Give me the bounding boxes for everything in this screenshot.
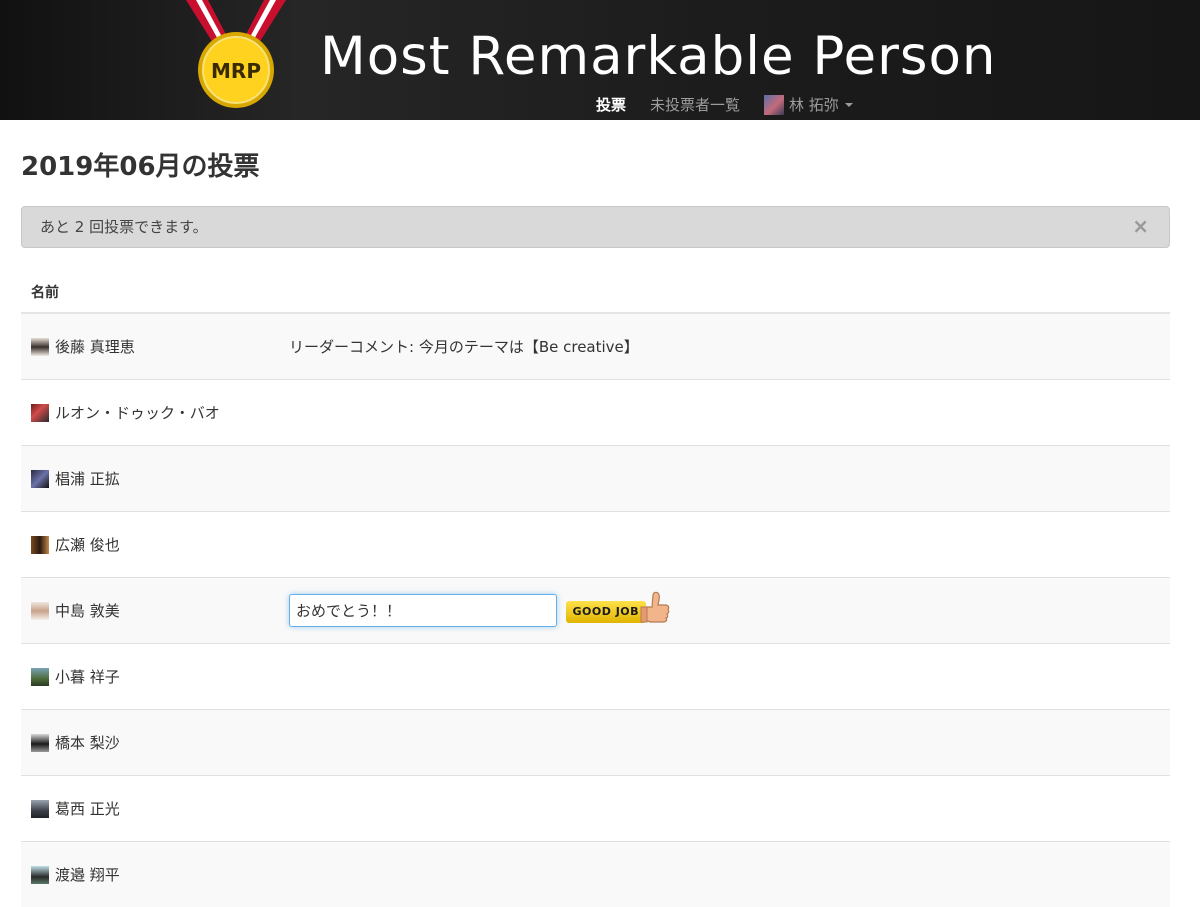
member-name: 渡邉 翔平 bbox=[55, 866, 120, 884]
table-row[interactable]: 小暮 祥子 bbox=[21, 644, 1170, 710]
comment-cell bbox=[279, 380, 1170, 446]
avatar bbox=[31, 800, 49, 818]
table-row[interactable]: 葛西 正光 bbox=[21, 776, 1170, 842]
table-row[interactable]: 渡邉 翔平 bbox=[21, 842, 1170, 907]
comment-cell bbox=[279, 446, 1170, 512]
avatar bbox=[31, 338, 49, 356]
member-name: 葛西 正光 bbox=[55, 800, 120, 818]
avatar bbox=[31, 866, 49, 884]
nav-item-vote[interactable]: 投票 bbox=[596, 94, 626, 115]
ballot-table: 名前 後藤 真理恵 リーダーコメント: 今月のテーマは【Be creative】… bbox=[21, 270, 1170, 907]
main-content: 2019年06月の投票 あと 2 回投票できます。 × 名前 後藤 真理恵 リー… bbox=[0, 120, 1200, 907]
table-row[interactable]: 橋本 梨沙 bbox=[21, 710, 1170, 776]
logo-text: MRP bbox=[211, 59, 261, 83]
avatar bbox=[31, 404, 49, 422]
nav-item-non-voters[interactable]: 未投票者一覧 bbox=[650, 94, 740, 115]
site-header: MRP Most Remarkable Person 投票 未投票者一覧 林 拓… bbox=[0, 0, 1200, 120]
user-avatar bbox=[764, 95, 784, 115]
member-name: 橋本 梨沙 bbox=[55, 734, 120, 752]
site-title: Most Remarkable Person bbox=[320, 26, 997, 87]
column-header-comment bbox=[279, 270, 1170, 313]
member-name: 中島 敦美 bbox=[55, 602, 120, 620]
alert-text: あと 2 回投票できます。 bbox=[40, 218, 208, 236]
avatar bbox=[31, 668, 49, 686]
avatar bbox=[31, 536, 49, 554]
table-row[interactable]: ルオン・ドゥック・バオ bbox=[21, 380, 1170, 446]
main-nav: 投票 未投票者一覧 林 拓弥 bbox=[596, 94, 853, 115]
page-title: 2019年06月の投票 bbox=[21, 120, 1170, 182]
good-job-badge: GOOD JOB bbox=[566, 601, 646, 623]
member-name: ルオン・ドゥック・バオ bbox=[55, 404, 220, 422]
thumbs-up-icon bbox=[640, 591, 670, 629]
comment-cell bbox=[279, 512, 1170, 578]
good-job-button[interactable]: GOOD JOB bbox=[566, 591, 671, 631]
user-name: 林 拓弥 bbox=[789, 94, 839, 115]
member-name: 小暮 祥子 bbox=[55, 668, 120, 686]
table-row[interactable]: 後藤 真理恵 リーダーコメント: 今月のテーマは【Be creative】 bbox=[21, 313, 1170, 380]
avatar bbox=[31, 470, 49, 488]
close-icon[interactable]: × bbox=[1132, 207, 1149, 245]
leader-comment: リーダーコメント: 今月のテーマは【Be creative】 bbox=[279, 313, 1170, 380]
table-row[interactable]: 中島 敦美 GOOD JOB bbox=[21, 578, 1170, 644]
member-name: 後藤 真理恵 bbox=[55, 338, 135, 356]
comment-cell bbox=[279, 776, 1170, 842]
comment-input[interactable] bbox=[289, 594, 557, 627]
mrp-medal-logo[interactable]: MRP bbox=[186, 0, 286, 112]
member-name: 椙浦 正拡 bbox=[55, 470, 120, 488]
table-row[interactable]: 椙浦 正拡 bbox=[21, 446, 1170, 512]
avatar bbox=[31, 602, 49, 620]
user-menu[interactable]: 林 拓弥 bbox=[764, 94, 853, 115]
chevron-down-icon bbox=[845, 103, 853, 107]
table-row[interactable]: 広瀬 俊也 bbox=[21, 512, 1170, 578]
comment-cell bbox=[279, 710, 1170, 776]
comment-cell bbox=[279, 842, 1170, 907]
avatar bbox=[31, 734, 49, 752]
member-name: 広瀬 俊也 bbox=[55, 536, 120, 554]
votes-remaining-alert: あと 2 回投票できます。 × bbox=[21, 206, 1170, 248]
column-header-name: 名前 bbox=[21, 270, 279, 313]
comment-cell bbox=[279, 644, 1170, 710]
